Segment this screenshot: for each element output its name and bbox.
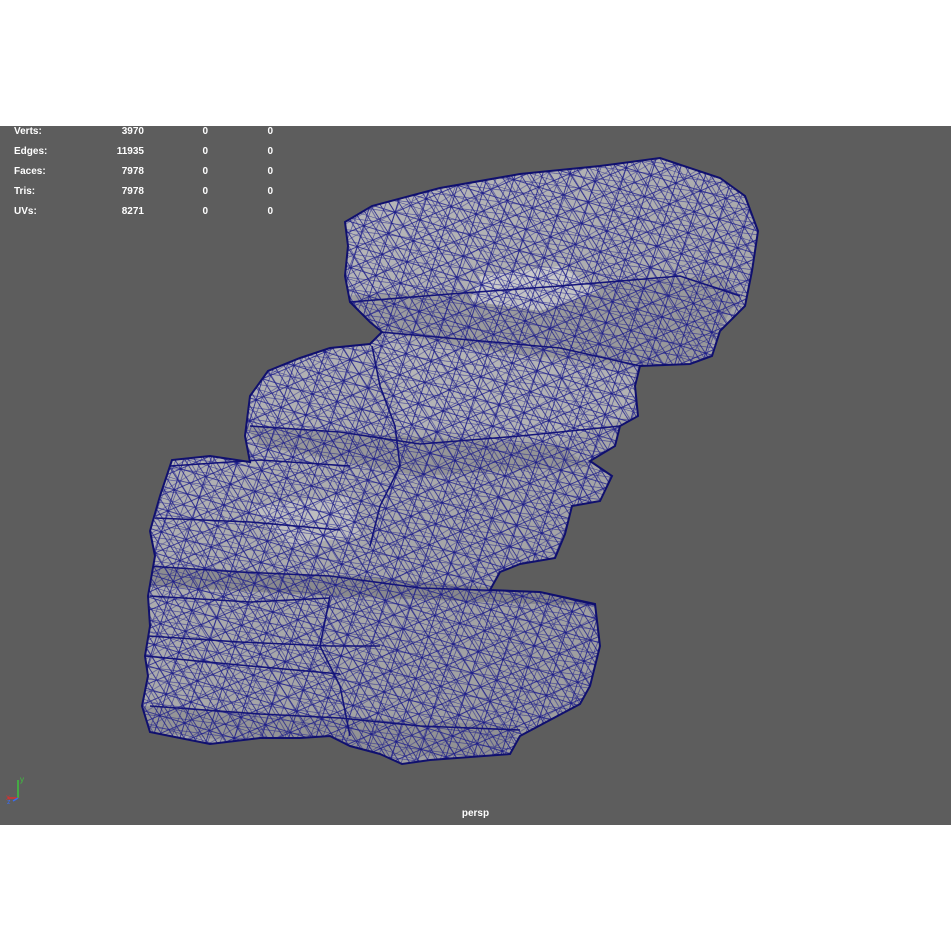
maya-viewport[interactable]: Verts: 3970 0 0 Edges: 11935 0 0 Faces: 7978 0 0 Tri…	[0, 126, 951, 825]
hud-row-faces: Faces: 7978 0 0	[14, 166, 274, 186]
hud-label: Tris:	[14, 186, 36, 197]
hud-label: Edges:	[14, 146, 48, 157]
hud-v3: 0	[267, 126, 273, 137]
hud-v1: 11935	[116, 146, 144, 157]
hud-v1: 7978	[121, 166, 144, 177]
hud-v2: 0	[202, 186, 208, 197]
hud-row-uvs: UVs: 8271 0 0	[14, 206, 274, 226]
hud-v2: 0	[202, 126, 208, 137]
hud-row-edges: Edges: 11935 0 0	[14, 146, 274, 166]
poly-count-hud: Verts: 3970 0 0 Edges: 11935 0 0 Faces: 7978 0 0 Tri…	[14, 126, 274, 226]
hud-v2: 0	[202, 146, 208, 157]
hud-row-verts: Verts: 3970 0 0	[14, 126, 274, 146]
hud-v3: 0	[267, 166, 273, 177]
hud-v3: 0	[267, 186, 273, 197]
axis-z-label: z	[7, 799, 11, 804]
hud-v2: 0	[202, 166, 208, 177]
hud-label: Verts:	[14, 126, 42, 137]
axis-y-label: y	[20, 775, 24, 784]
axis-gizmo-icon: y x z	[6, 775, 24, 804]
hud-v3: 0	[267, 206, 273, 217]
camera-name-label: persp	[461, 808, 490, 819]
hud-row-tris: Tris: 7978 0 0	[14, 186, 274, 206]
hud-label: Faces:	[14, 166, 46, 177]
hud-v1: 8271	[121, 206, 144, 217]
hud-label: UVs:	[14, 206, 37, 217]
hud-v3: 0	[267, 146, 273, 157]
hud-v2: 0	[202, 206, 208, 217]
hud-v1: 3970	[121, 126, 144, 137]
hud-v1: 7978	[121, 186, 144, 197]
rock-mesh[interactable]	[0, 126, 951, 825]
rock-surface	[142, 158, 758, 764]
